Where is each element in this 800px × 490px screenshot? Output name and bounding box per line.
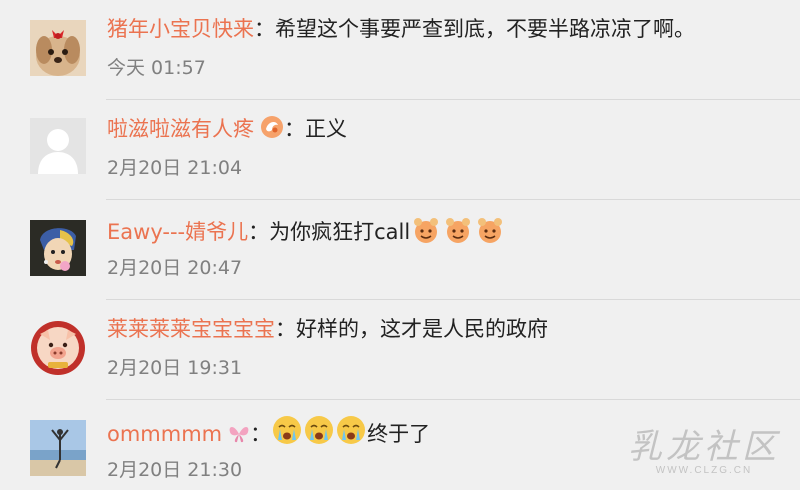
orange-badge-icon	[260, 115, 284, 147]
pig-avatar-icon[interactable]	[30, 320, 86, 376]
beach-avatar-icon[interactable]	[30, 420, 86, 476]
comment-time: 2月20日 19:31	[107, 357, 243, 379]
colon: ：	[248, 220, 270, 244]
comment-time: 2月20日 21:30	[107, 459, 243, 481]
cheer-emoji-icon	[410, 214, 442, 252]
comment-time: 2月20日 20:47	[107, 257, 243, 279]
colon: ：	[275, 317, 296, 341]
comment-line: Eawy---婧爷儿：为你疯狂打call	[107, 214, 506, 252]
girl-pearl-earring-avatar-icon[interactable]	[30, 220, 86, 276]
cheer-emoji-icon	[474, 214, 506, 252]
comment-text: 终于了	[367, 422, 431, 446]
comment-line: 猪年小宝贝快来：希望这个事要严查到底，不要半路凉凉了啊。	[107, 14, 695, 44]
comment-author[interactable]: 啦滋啦滋有人疼	[107, 117, 254, 141]
comment-text: 正义	[305, 117, 347, 141]
crying-emoji-icon	[271, 414, 303, 454]
comment-author[interactable]: ommmmm	[107, 422, 222, 446]
default-avatar-icon[interactable]	[30, 118, 86, 174]
comment-text: 好样的，这才是人民的政府	[296, 317, 548, 341]
butterfly-icon	[228, 422, 250, 452]
puppy-avatar-icon[interactable]	[30, 20, 86, 76]
cheer-emoji-icon	[442, 214, 474, 252]
comment-author[interactable]: 莱莱莱莱宝宝宝宝	[107, 317, 275, 341]
watermark-title: 乳龙社区	[628, 427, 780, 467]
comment-item: 啦滋啦滋有人疼 ：正义 2月20日 21:04	[0, 100, 800, 200]
comment-text: 希望这个事要严查到底，不要半路凉凉了啊。	[275, 17, 695, 41]
watermark: 乳龙社区 WWW.CLZG.CN	[628, 429, 780, 476]
colon: ：	[254, 17, 275, 41]
crying-emoji-icon	[335, 414, 367, 454]
comment-author[interactable]: 猪年小宝贝快来	[107, 17, 254, 41]
comment-line: ommmmm ： 终于了	[107, 414, 430, 454]
crying-emoji-icon	[303, 414, 335, 454]
comment-text: 为你疯狂打call	[269, 220, 411, 244]
comment-author[interactable]: Eawy---婧爷儿	[107, 220, 248, 244]
comment-line: 啦滋啦滋有人疼 ：正义	[107, 114, 347, 147]
comment-item: Eawy---婧爷儿：为你疯狂打call 2月20日 20:47	[0, 200, 800, 300]
comment-item: 猪年小宝贝快来：希望这个事要严查到底，不要半路凉凉了啊。 今天 01:57	[0, 0, 800, 100]
comment-item: 莱莱莱莱宝宝宝宝：好样的，这才是人民的政府 2月20日 19:31	[0, 300, 800, 400]
colon: ：	[250, 422, 272, 446]
colon: ：	[284, 117, 305, 141]
comment-time: 今天 01:57	[107, 57, 206, 79]
comment-time: 2月20日 21:04	[107, 157, 243, 179]
comment-line: 莱莱莱莱宝宝宝宝：好样的，这才是人民的政府	[107, 314, 548, 344]
